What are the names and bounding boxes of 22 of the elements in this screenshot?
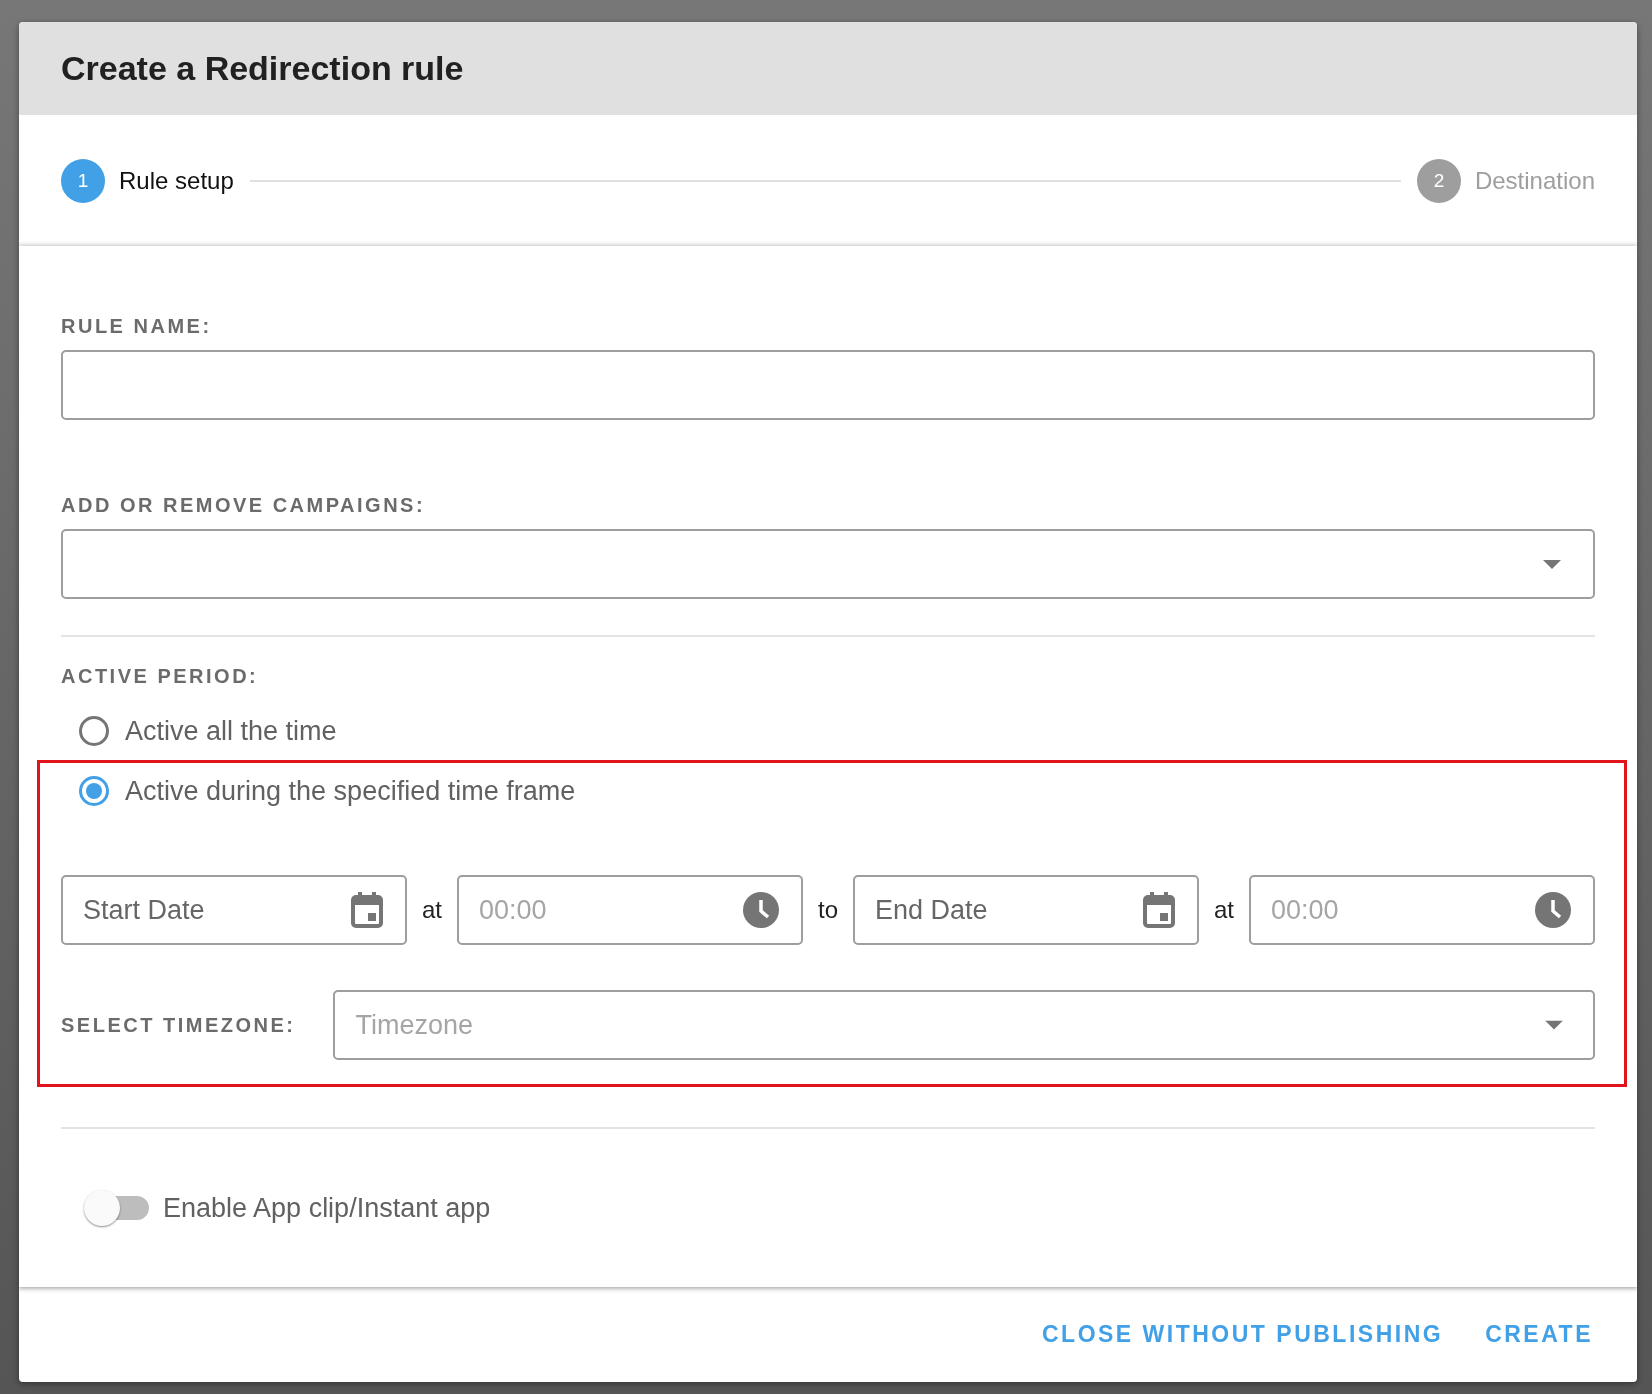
option-label: Active all the time	[125, 715, 337, 747]
timezone-dropdown[interactable]: Timezone	[333, 990, 1595, 1061]
step-number[interactable]: 1	[61, 158, 105, 203]
dialog-title: Create a Redirection rule	[61, 48, 464, 88]
connector-text: at	[422, 896, 442, 925]
time-field[interactable]: 00:00	[1249, 875, 1595, 946]
date-field[interactable]: Start Date	[61, 875, 407, 946]
text-button[interactable]: CREATE	[1479, 1313, 1599, 1357]
field-label: SELECT TIMEZONE:	[61, 1013, 296, 1037]
toggle-label: Enable App clip/Instant app	[163, 1192, 491, 1224]
field-label: ADD OR REMOVE CAMPAIGNS:	[61, 494, 427, 518]
field-label: RULE NAME:	[61, 315, 213, 339]
text-button[interactable]: CLOSE WITHOUT PUBLISHING	[1035, 1313, 1450, 1357]
connector-text: at	[1214, 896, 1234, 925]
step-label[interactable]: Rule setup	[119, 166, 234, 195]
option-label: Active during the specified time frame	[125, 775, 576, 807]
field-label: ACTIVE PERIOD:	[61, 665, 260, 689]
step-number[interactable]: 2	[1416, 158, 1461, 203]
time-field[interactable]: 00:00	[457, 875, 803, 946]
step-label[interactable]: Destination	[1474, 166, 1595, 195]
date-field[interactable]: End Date	[853, 875, 1199, 946]
connector-text: to	[818, 896, 838, 925]
